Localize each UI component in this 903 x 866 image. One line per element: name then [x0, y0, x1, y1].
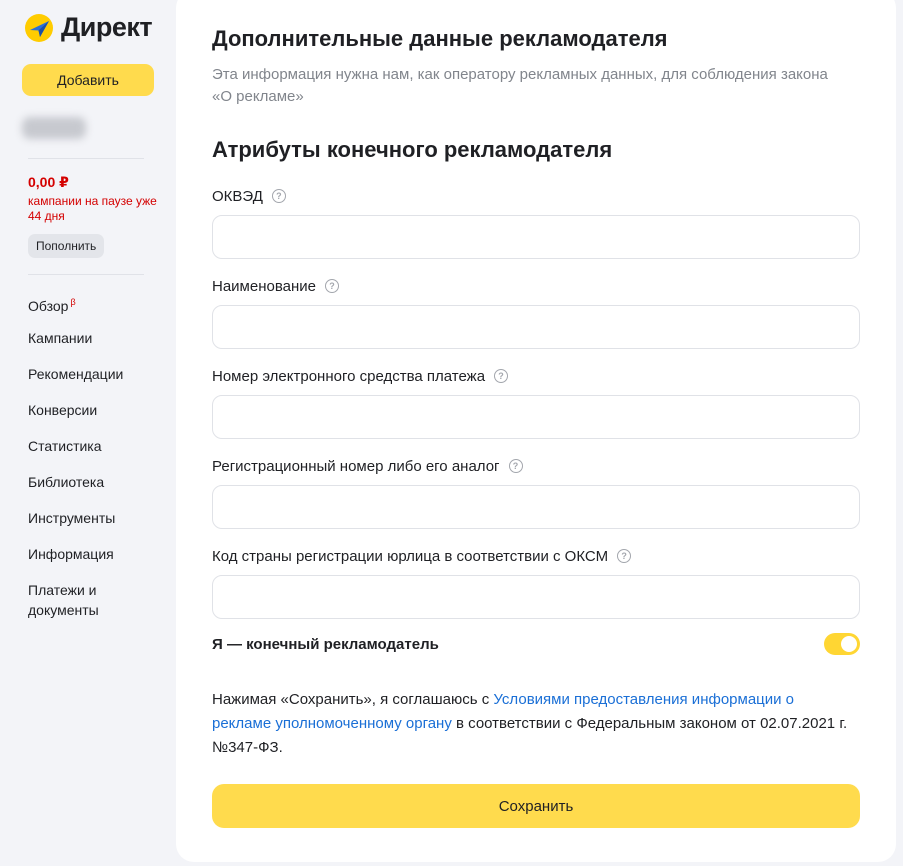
sidebar-item-label: Инструменты [28, 510, 116, 526]
toggle-label: Я — конечный рекламодатель [212, 635, 439, 653]
topup-button[interactable]: Пополнить [28, 234, 105, 258]
sidebar-item-label: Конверсии [28, 402, 98, 418]
brand-name: Директ [61, 12, 153, 42]
field-label: ОКВЭД [212, 187, 263, 205]
field-label: Наименование [212, 277, 316, 295]
field-name: Наименование ? [212, 276, 860, 349]
sidebar-item-recommendations[interactable]: Рекомендации [28, 364, 168, 400]
account-balance: 0,00 ₽ [28, 174, 69, 190]
add-button[interactable]: Добавить [22, 64, 154, 96]
field-label-row: Номер электронного средства платежа ? [212, 366, 860, 386]
legal-consent-text: Нажимая «Сохранить», я соглашаюсь с Усло… [212, 688, 852, 760]
help-icon[interactable]: ? [494, 369, 509, 383]
logo[interactable]: Директ [24, 12, 153, 43]
sidebar-item-label: Библиотека [28, 474, 105, 490]
field-label: Код страны регистрации юрлица в соответс… [212, 547, 609, 565]
sidebar-item-label: Платежи и документы [28, 582, 99, 618]
field-label-row: Регистрационный номер либо его аналог ? [212, 456, 860, 476]
sidebar-item-library[interactable]: Библиотека [28, 472, 168, 508]
field-label-row: Наименование ? [212, 276, 860, 296]
final-advertiser-row: Я — конечный рекламодатель [212, 632, 860, 656]
field-label-row: Код страны регистрации юрлица в соответс… [212, 546, 860, 566]
field-payment-number: Номер электронного средства платежа ? [212, 366, 860, 439]
save-button[interactable]: Сохранить [212, 784, 860, 828]
yandex-direct-logo-icon [25, 13, 53, 42]
field-registration-number: Регистрационный номер либо его аналог ? [212, 456, 860, 529]
advertiser-data-card: Дополнительные данные рекламодателя Эта … [176, 0, 896, 862]
field-label: Номер электронного средства платежа [212, 367, 486, 385]
sidebar-item-statistics[interactable]: Статистика [28, 436, 168, 472]
sidebar-item-label: Статистика [28, 438, 102, 454]
help-icon[interactable]: ? [617, 549, 632, 563]
page-subtitle: Эта информация нужна нам, как оператору … [212, 66, 828, 105]
field-okved: ОКВЭД ? [212, 186, 860, 259]
sidebar-item-conversions[interactable]: Конверсии [28, 400, 168, 436]
toggle-knob [841, 636, 857, 652]
sidebar-item-payments-documents[interactable]: Платежи и документы [28, 580, 168, 624]
sidebar-item-label: Кампании [28, 330, 93, 346]
name-input[interactable] [212, 305, 860, 349]
account-login-blurred[interactable] [22, 117, 86, 139]
sidebar-divider [28, 158, 144, 159]
final-advertiser-toggle[interactable] [824, 633, 860, 655]
beta-badge: β [70, 297, 76, 307]
sidebar-nav: Обзор β Кампании Рекомендации Конверсии С… [28, 292, 168, 624]
sidebar-item-information[interactable]: Информация [28, 544, 168, 580]
sidebar-divider [28, 274, 144, 275]
help-icon[interactable]: ? [324, 279, 339, 293]
field-label: Регистрационный номер либо его аналог [212, 457, 500, 475]
page-title: Дополнительные данные рекламодателя [212, 26, 668, 51]
sidebar-item-label: Информация [28, 546, 114, 562]
country-code-input[interactable] [212, 575, 860, 619]
section-title: Атрибуты конечного рекламодателя [212, 137, 613, 162]
sidebar-item-tools[interactable]: Инструменты [28, 508, 168, 544]
sidebar: Директ Добавить 0,00 ₽ кампании на паузе… [0, 0, 175, 866]
payment-number-input[interactable] [212, 395, 860, 439]
registration-number-input[interactable] [212, 485, 860, 529]
field-country-code: Код страны регистрации юрлица в соответс… [212, 546, 860, 619]
field-label-row: ОКВЭД ? [212, 186, 860, 206]
legal-text-before: Нажимая «Сохранить», я соглашаюсь с [212, 691, 494, 708]
sidebar-item-label: Рекомендации [28, 366, 124, 382]
sidebar-item-overview[interactable]: Обзор β [28, 292, 168, 328]
pause-warning: кампании на паузе уже 44 дня [28, 194, 157, 223]
sidebar-item-campaigns[interactable]: Кампании [28, 328, 168, 364]
help-icon[interactable]: ? [271, 189, 286, 203]
sidebar-item-label: Обзор [28, 298, 69, 314]
help-icon[interactable]: ? [508, 459, 523, 473]
okved-input[interactable] [212, 215, 860, 259]
